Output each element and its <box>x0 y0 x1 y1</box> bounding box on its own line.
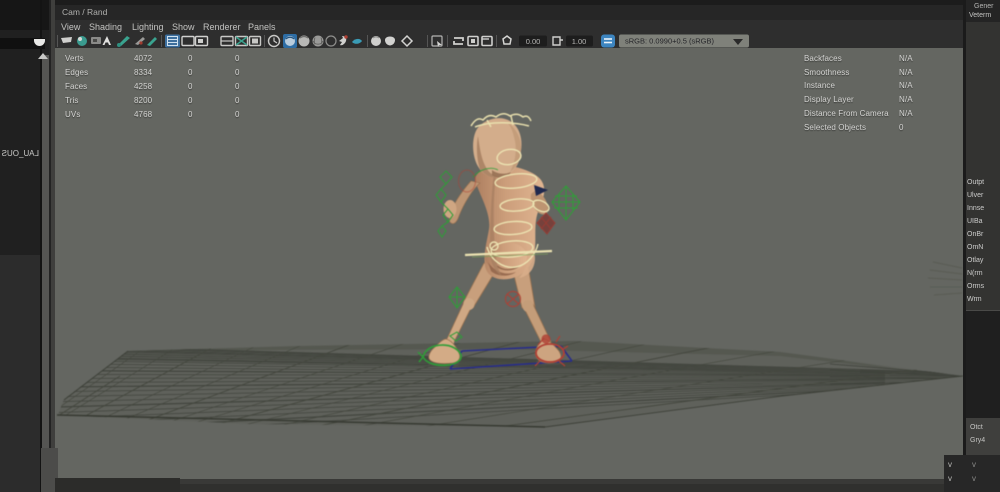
svg-text:1.00: 1.00 <box>572 37 587 46</box>
svg-text:sRGB: 0.0990+0.5 (sRGB): sRGB: 0.0990+0.5 (sRGB) <box>625 37 714 46</box>
svg-text:0.00: 0.00 <box>526 37 541 46</box>
